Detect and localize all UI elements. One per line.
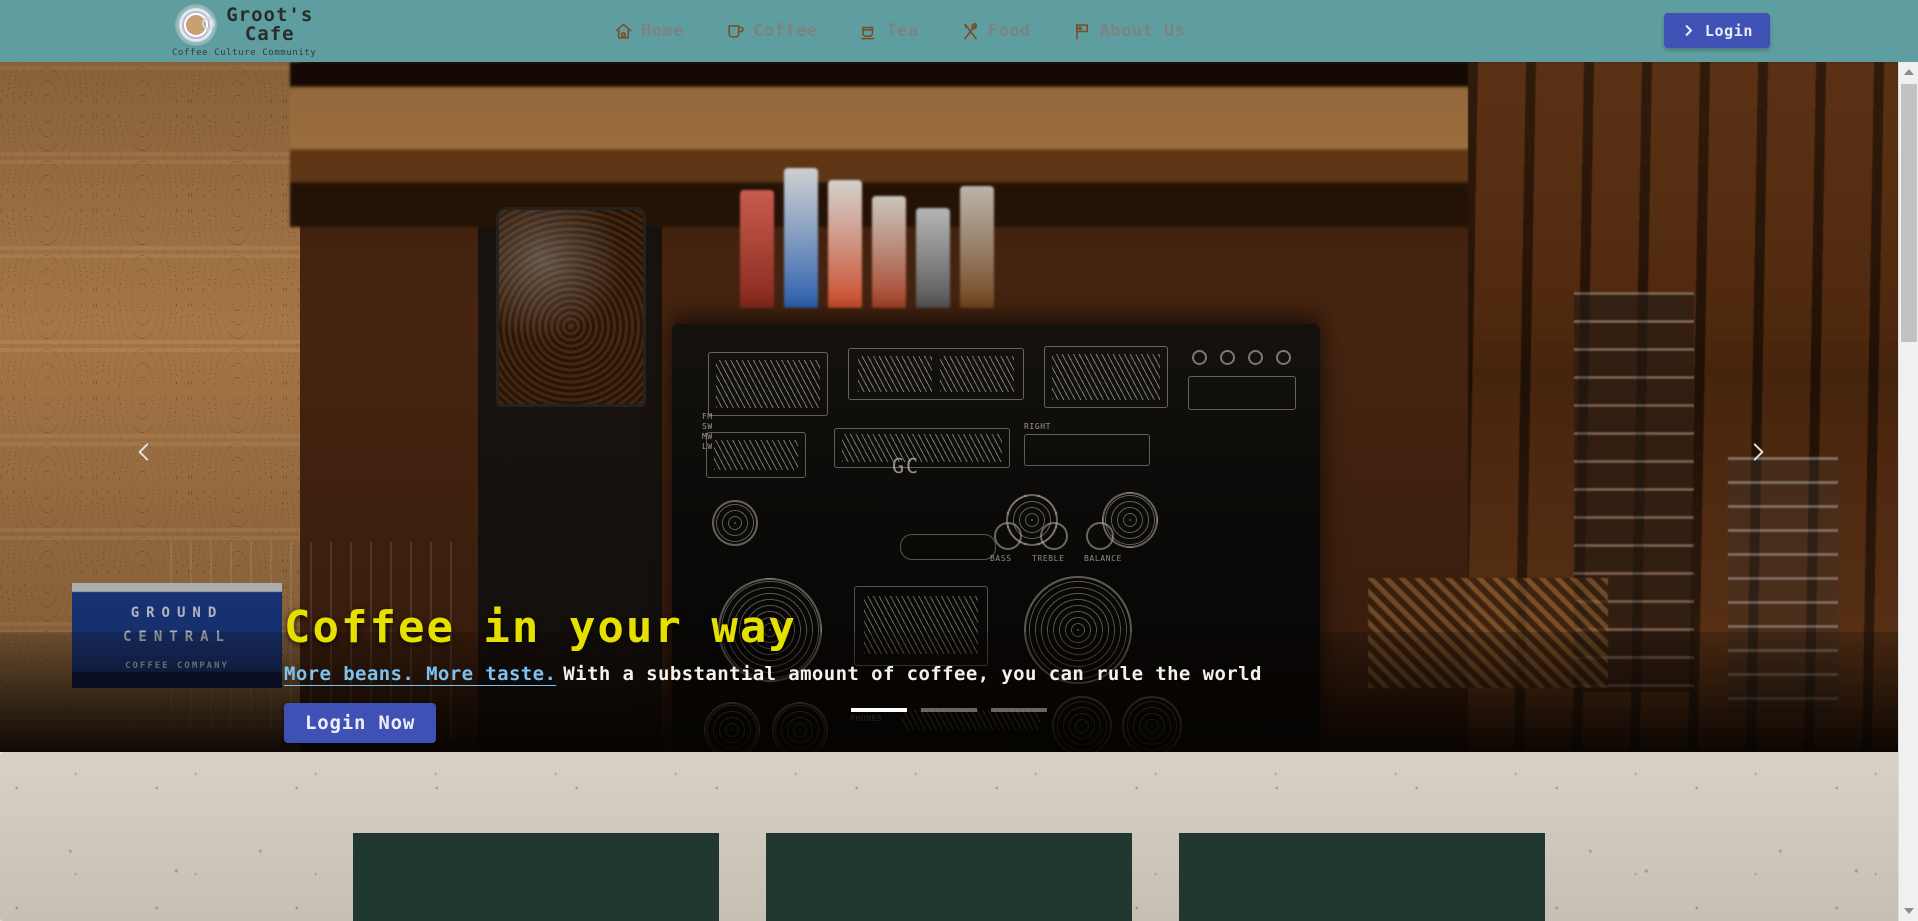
nav-item-tea[interactable]: Tea [859, 21, 918, 41]
nav-item-coffee[interactable]: Coffee [726, 21, 817, 41]
coffee-cup-icon [175, 4, 218, 46]
page-scrollbar[interactable] [1898, 62, 1918, 921]
login-button[interactable]: Login [1663, 13, 1770, 48]
scrollbar-thumb[interactable] [1901, 84, 1917, 342]
brand-tagline: Coffee Culture Community [172, 48, 317, 58]
cards-row [0, 833, 1898, 921]
chevron-right-icon [1685, 25, 1692, 36]
scrollbar-up-button[interactable] [1899, 62, 1918, 82]
brand-name-line2: Cafe [244, 23, 295, 45]
carousel-prev-button[interactable] [122, 430, 166, 474]
carousel-indicator-2[interactable] [921, 708, 977, 712]
fork-spoon-icon [961, 22, 980, 41]
nav-item-food[interactable]: Food [961, 21, 1031, 41]
feature-card-1[interactable] [353, 833, 719, 921]
nav-label-coffee: Coffee [752, 21, 818, 41]
scrollbar-down-button[interactable] [1899, 901, 1918, 921]
nav-label-tea: Tea [886, 21, 919, 41]
tea-cup-icon [859, 22, 878, 41]
hero-subtitle-rest: With a substantial amount of coffee, you… [563, 663, 1262, 685]
hero-carousel[interactable]: RIGHT BASS TREBLE BALANCE GC [0, 62, 1898, 752]
brand-row: Groot's Cafe [175, 4, 313, 46]
flag-icon [1073, 22, 1092, 41]
hero-subtitle: More beans. More taste. With a substantia… [284, 663, 1262, 685]
carousel-indicator-1[interactable] [851, 708, 907, 712]
nav-label-food: Food [987, 21, 1031, 41]
coffee-mug-icon [726, 22, 745, 41]
carousel-next-button[interactable] [1736, 430, 1780, 474]
nav-label-home: Home [641, 21, 684, 41]
nav-item-home[interactable]: Home [614, 21, 684, 41]
carousel-indicators [0, 708, 1898, 712]
triangle-down-icon [1904, 908, 1914, 914]
nav-item-about-us[interactable]: About Us [1073, 21, 1186, 41]
nav-label-about-us: About Us [1099, 21, 1186, 41]
feature-card-3[interactable] [1179, 833, 1545, 921]
hero-subtitle-link[interactable]: More beans. More taste. [284, 663, 556, 685]
chevron-right-icon [1753, 443, 1764, 461]
hero-copy: Coffee in your way More beans. More tast… [284, 602, 1262, 743]
home-icon [614, 22, 633, 41]
brand-name: Groot's Cafe [226, 5, 313, 45]
login-button-label: Login [1704, 21, 1753, 40]
hero-title: Coffee in your way [284, 602, 1262, 653]
feature-card-2[interactable] [766, 833, 1132, 921]
site-header: Groot's Cafe Coffee Culture Community Ho… [0, 0, 1918, 62]
triangle-up-icon [1904, 69, 1914, 75]
chevron-left-icon [138, 443, 149, 461]
page-root: Groot's Cafe Coffee Culture Community Ho… [0, 0, 1918, 921]
main-navigation: Home Coffee Tea Food About Us [614, 0, 1185, 62]
brand-logo[interactable]: Groot's Cafe Coffee Culture Community [172, 0, 316, 62]
carousel-indicator-3[interactable] [991, 708, 1047, 712]
